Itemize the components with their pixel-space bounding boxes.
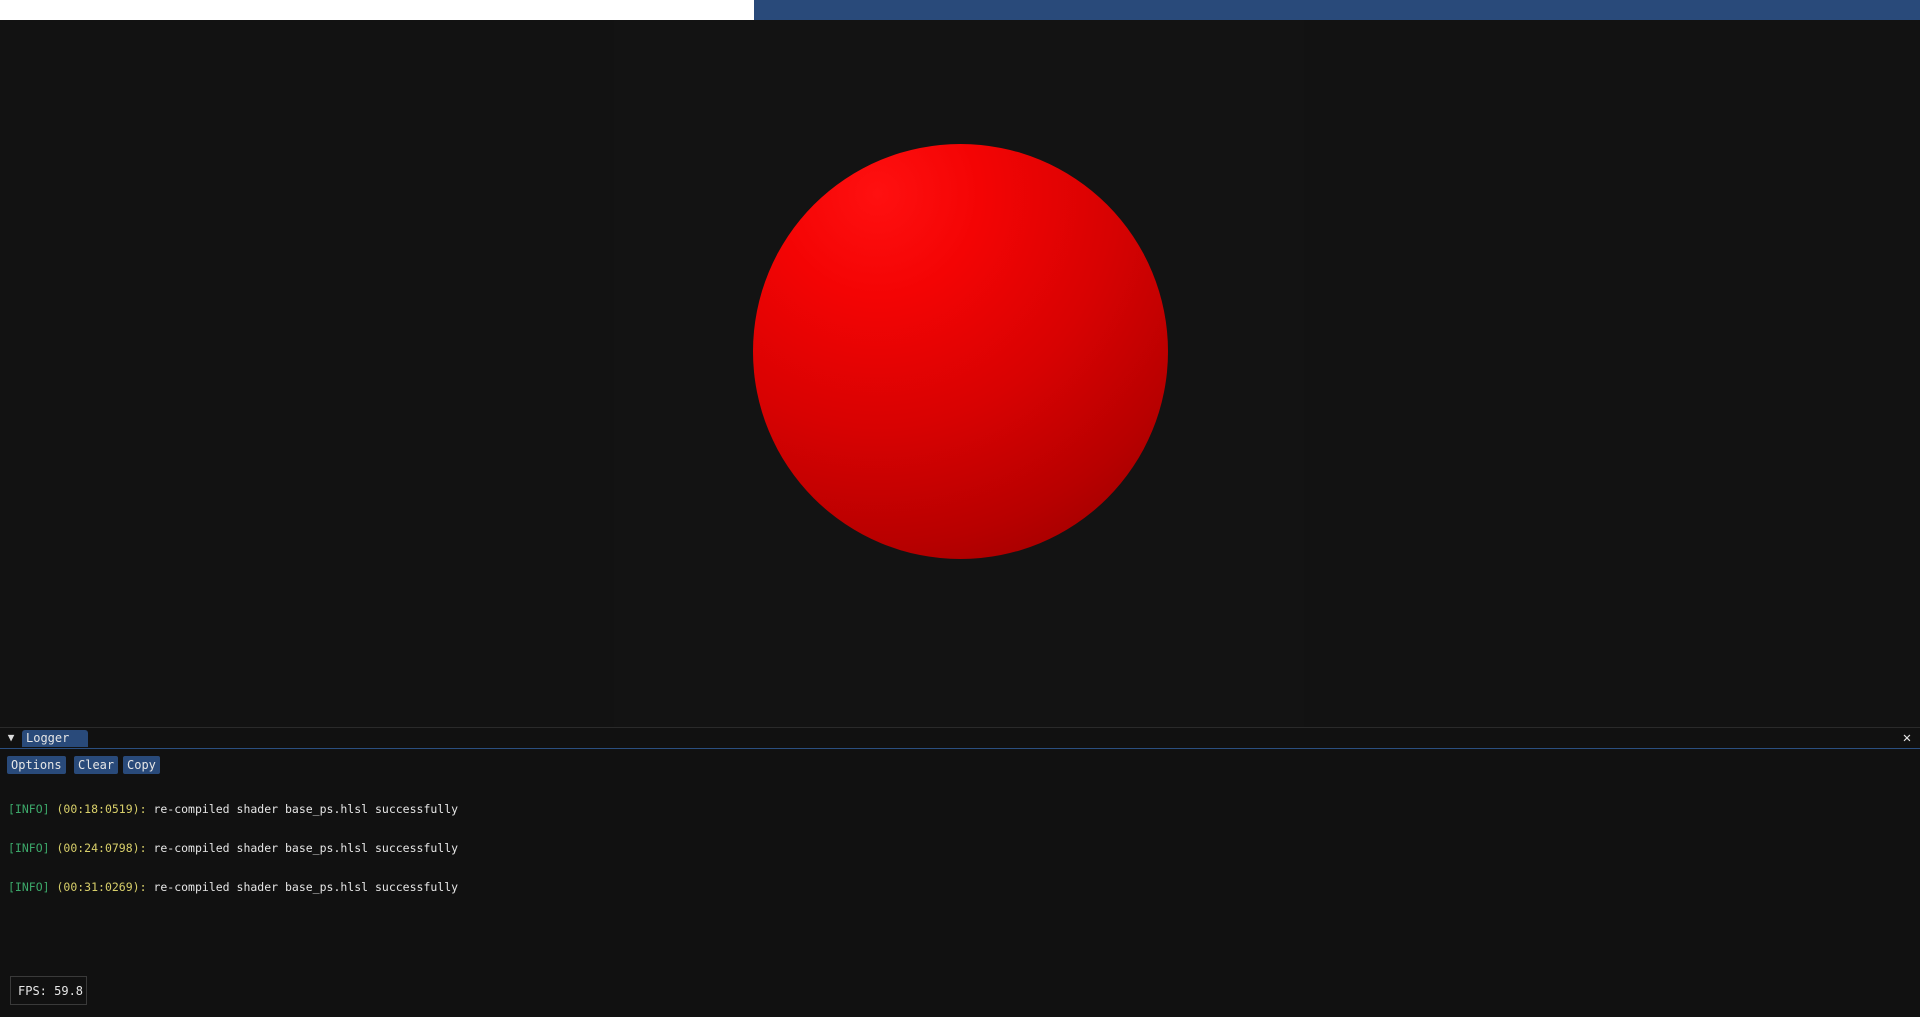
top-bar-white [0, 0, 754, 20]
logger-tab-bar: ▼ Logger ✕ [0, 728, 1920, 749]
log-level: [INFO] [8, 880, 50, 894]
log-entry: [INFO] (00:24:0798): re-compiled shader … [8, 842, 458, 855]
tab-logger-label: Logger [26, 731, 70, 745]
red-sphere [753, 144, 1168, 559]
copy-button[interactable]: Copy [123, 756, 160, 774]
log-message: re-compiled shader base_ps.hlsl successf… [153, 880, 459, 894]
fps-label: FPS: 59.8 [18, 984, 84, 998]
log-message: re-compiled shader base_ps.hlsl successf… [153, 802, 459, 816]
log-time: (00:24:0798): [56, 841, 147, 855]
log-message: re-compiled shader base_ps.hlsl successf… [153, 841, 459, 855]
clear-button[interactable]: Clear [74, 756, 119, 774]
fps-overlay: FPS: 59.8 [10, 976, 87, 1005]
collapse-triangle-icon[interactable]: ▼ [5, 731, 17, 745]
log-time: (00:18:0519): [56, 802, 147, 816]
log-level: [INFO] [8, 841, 50, 855]
log-list: [INFO] (00:18:0519): re-compiled shader … [8, 777, 458, 920]
options-button[interactable]: Options [7, 756, 66, 774]
top-bar-accent [754, 0, 1920, 20]
logger-panel: ▼ Logger ✕ Options Clear Copy [INFO] (00… [0, 727, 1920, 1017]
log-level: [INFO] [8, 802, 50, 816]
log-time: (00:31:0269): [56, 880, 147, 894]
log-entry: [INFO] (00:31:0269): re-compiled shader … [8, 881, 458, 894]
tab-logger[interactable]: Logger [22, 730, 88, 747]
log-entry: [INFO] (00:18:0519): re-compiled shader … [8, 803, 458, 816]
app-window: ▼ Logger ✕ Options Clear Copy [INFO] (00… [0, 0, 1920, 1017]
close-icon[interactable]: ✕ [1900, 730, 1914, 746]
